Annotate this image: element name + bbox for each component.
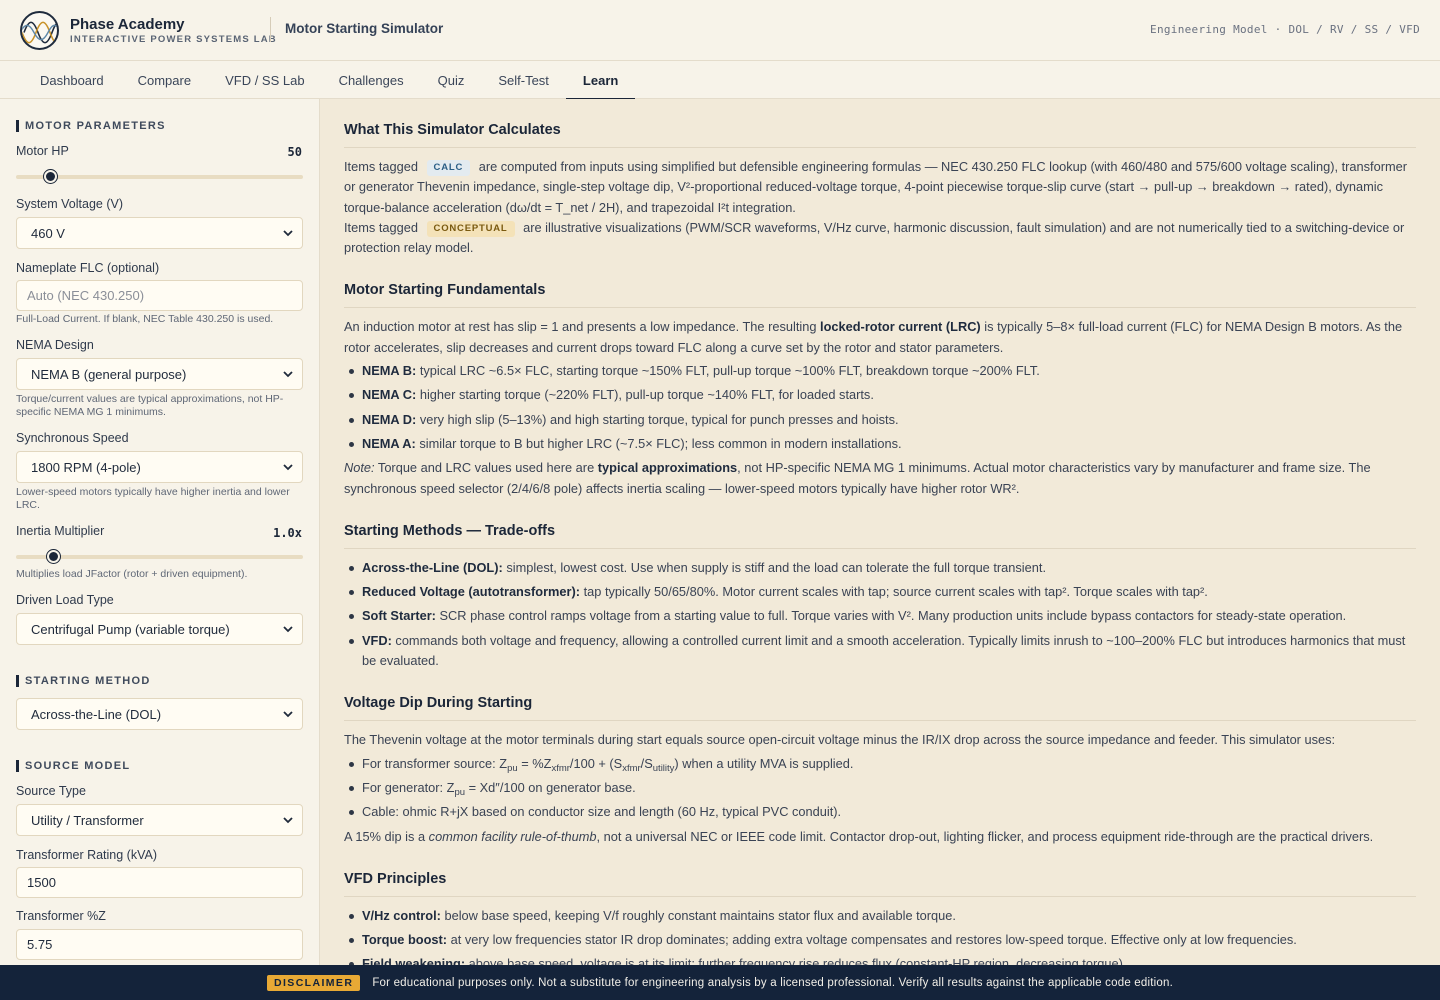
section-voltage-dip: Voltage Dip During Starting The Thevenin… bbox=[344, 692, 1416, 846]
app-header: Phase Academy INTERACTIVE POWER SYSTEMS … bbox=[0, 0, 1440, 61]
lrc-paragraph: An induction motor at rest has slip = 1 … bbox=[344, 319, 1403, 355]
list-item: Torque boost: at very low frequencies st… bbox=[344, 930, 1416, 950]
motor-hp-slider[interactable] bbox=[16, 170, 303, 183]
disclaimer-badge: DISCLAIMER bbox=[266, 974, 361, 991]
list-item: Field weakening: above base speed, volta… bbox=[344, 954, 1416, 965]
vfd-principles-list: V/Hz control: below base speed, keeping … bbox=[344, 906, 1416, 965]
voltage-dip-list: For transformer source: Zpu = %Zxfmr/100… bbox=[344, 754, 1416, 823]
synchronous-speed-select[interactable]: 1800 RPM (4-pole) bbox=[16, 451, 303, 483]
motor-parameters-heading: MOTOR PARAMETERS bbox=[16, 120, 166, 132]
starting-method-heading: STARTING METHOD bbox=[16, 675, 151, 687]
disclaimer-bar: DISCLAIMER For educational purposes only… bbox=[0, 965, 1440, 1000]
thevenin-paragraph: The Thevenin voltage at the motor termin… bbox=[344, 732, 1336, 748]
nema-design-hint: Torque/current values are typical approx… bbox=[16, 393, 284, 418]
learn-content: What This Simulator Calculates Items tag… bbox=[320, 99, 1440, 965]
nameplate-flc-hint: Full-Load Current. If blank, NEC Table 4… bbox=[16, 313, 274, 325]
section-title: Voltage Dip During Starting bbox=[344, 692, 1416, 722]
synchronous-speed-label: Synchronous Speed bbox=[16, 431, 129, 445]
tab-dashboard[interactable]: Dashboard bbox=[23, 61, 121, 99]
list-item: Soft Starter: SCR phase control ramps vo… bbox=[344, 606, 1416, 626]
brand-subtitle: INTERACTIVE POWER SYSTEMS LAB bbox=[70, 34, 277, 45]
tab-quiz[interactable]: Quiz bbox=[421, 61, 482, 99]
list-item: Cable: ohmic R+jX based on conductor siz… bbox=[344, 802, 1416, 822]
nema-design-label: NEMA Design bbox=[16, 338, 94, 352]
inertia-multiplier-hint: Multiplies load JFactor (rotor + driven … bbox=[16, 568, 248, 580]
tab-vfd-ss-lab[interactable]: VFD / SS Lab bbox=[208, 61, 321, 99]
list-item: For generator: Zpu = Xd″/100 on generato… bbox=[344, 778, 1416, 798]
section-motor-starting-fundamentals: Motor Starting Fundamentals An induction… bbox=[344, 279, 1416, 498]
inertia-multiplier-label: Inertia Multiplier bbox=[16, 524, 105, 538]
section-title: What This Simulator Calculates bbox=[344, 119, 1416, 148]
header-model-info: Engineering Model · DOL / RV / SS / VFD bbox=[1150, 23, 1420, 36]
section-marker bbox=[16, 120, 19, 132]
main-nav: Dashboard Compare VFD / SS Lab Challenge… bbox=[0, 61, 1440, 100]
nameplate-flc-input[interactable]: Auto (NEC 430.250) bbox=[16, 280, 303, 311]
brand: Phase Academy INTERACTIVE POWER SYSTEMS … bbox=[70, 16, 277, 46]
conceptual-paragraph: Items tagged CONCEPTUAL are illustrative… bbox=[344, 219, 1405, 256]
conceptual-tag-badge: CONCEPTUAL bbox=[426, 220, 515, 237]
inertia-multiplier-slider-thumb[interactable] bbox=[46, 550, 60, 563]
disclaimer-text: For educational purposes only. Not a sub… bbox=[372, 976, 1173, 989]
list-item: V/Hz control: below base speed, keeping … bbox=[344, 906, 1416, 926]
app-title: Motor Starting Simulator bbox=[285, 21, 444, 36]
calc-paragraph: Items tagged CALC are computed from inpu… bbox=[344, 159, 1407, 215]
section-title: Starting Methods — Trade-offs bbox=[344, 520, 1416, 549]
transformer-kva-label: Transformer Rating (kVA) bbox=[16, 848, 158, 862]
source-type-label: Source Type bbox=[16, 784, 86, 798]
chevron-down-icon bbox=[283, 230, 293, 237]
transformer-z-label: Transformer %Z bbox=[16, 909, 106, 923]
section-starting-methods: Starting Methods — Trade-offs Across-the… bbox=[344, 520, 1416, 671]
tab-challenges[interactable]: Challenges bbox=[322, 61, 421, 99]
list-item: NEMA A: similar torque to B but higher L… bbox=[344, 434, 1416, 454]
source-model-heading: SOURCE MODEL bbox=[16, 760, 130, 772]
rule-of-thumb-paragraph: A 15% dip is a common facility rule-of-t… bbox=[344, 828, 1374, 844]
section-marker bbox=[16, 675, 19, 687]
list-item: NEMA D: very high slip (5–13%) and high … bbox=[344, 410, 1416, 430]
chevron-down-icon bbox=[283, 817, 293, 824]
brand-name: Phase Academy bbox=[70, 16, 185, 33]
driven-load-label: Driven Load Type bbox=[16, 593, 114, 607]
chevron-down-icon bbox=[283, 464, 293, 471]
driven-load-select[interactable]: Centrifugal Pump (variable torque) bbox=[16, 613, 303, 645]
list-item: NEMA C: higher starting torque (~220% FL… bbox=[344, 385, 1416, 405]
note-paragraph: Note: Torque and LRC values used here ar… bbox=[344, 460, 1371, 496]
list-item: NEMA B: typical LRC ~6.5× FLC, starting … bbox=[344, 361, 1416, 381]
list-item: VFD: commands both voltage and frequency… bbox=[344, 631, 1416, 672]
inertia-multiplier-value: 1.0x bbox=[273, 526, 302, 540]
tab-compare[interactable]: Compare bbox=[121, 61, 208, 99]
list-item: For transformer source: Zpu = %Zxfmr/100… bbox=[344, 754, 1416, 774]
section-simulator-calculates: What This Simulator Calculates Items tag… bbox=[344, 119, 1416, 258]
section-title: Motor Starting Fundamentals bbox=[344, 279, 1416, 309]
system-voltage-select[interactable]: 460 V bbox=[16, 217, 303, 249]
nema-design-list: NEMA B: typical LRC ~6.5× FLC, starting … bbox=[344, 361, 1416, 454]
parameters-sidebar: MOTOR PARAMETERS Motor HP 50 System Volt… bbox=[0, 99, 320, 965]
motor-hp-label: Motor HP bbox=[16, 144, 69, 158]
chevron-down-icon bbox=[283, 626, 293, 633]
nameplate-flc-label: Nameplate FLC (optional) bbox=[16, 261, 160, 275]
section-vfd-principles: VFD Principles V/Hz control: below base … bbox=[344, 868, 1416, 965]
tab-self-test[interactable]: Self-Test bbox=[481, 61, 566, 99]
tab-learn[interactable]: Learn bbox=[565, 61, 636, 100]
section-title: VFD Principles bbox=[344, 868, 1416, 897]
calc-tag-badge: CALC bbox=[426, 160, 471, 176]
starting-methods-list: Across-the-Line (DOL): simplest, lowest … bbox=[344, 558, 1416, 671]
header-divider bbox=[270, 17, 271, 42]
motor-hp-slider-thumb[interactable] bbox=[43, 170, 57, 183]
transformer-z-input[interactable]: 5.75 bbox=[16, 929, 303, 960]
source-type-select[interactable]: Utility / Transformer bbox=[16, 804, 303, 836]
nema-design-select[interactable]: NEMA B (general purpose) bbox=[16, 358, 303, 390]
starting-method-select[interactable]: Across-the-Line (DOL) bbox=[16, 698, 303, 730]
phase-academy-logo-icon[interactable] bbox=[20, 11, 59, 50]
transformer-kva-input[interactable]: 1500 bbox=[16, 867, 303, 898]
list-item: Reduced Voltage (autotransformer): tap t… bbox=[344, 582, 1416, 602]
chevron-down-icon bbox=[283, 711, 293, 718]
system-voltage-label: System Voltage (V) bbox=[16, 197, 123, 211]
section-marker bbox=[16, 760, 19, 772]
motor-hp-value: 50 bbox=[287, 145, 302, 159]
inertia-multiplier-slider[interactable] bbox=[16, 550, 303, 563]
list-item: Across-the-Line (DOL): simplest, lowest … bbox=[344, 558, 1416, 578]
chevron-down-icon bbox=[283, 371, 293, 378]
synchronous-speed-hint: Lower-speed motors typically have higher… bbox=[16, 486, 290, 511]
